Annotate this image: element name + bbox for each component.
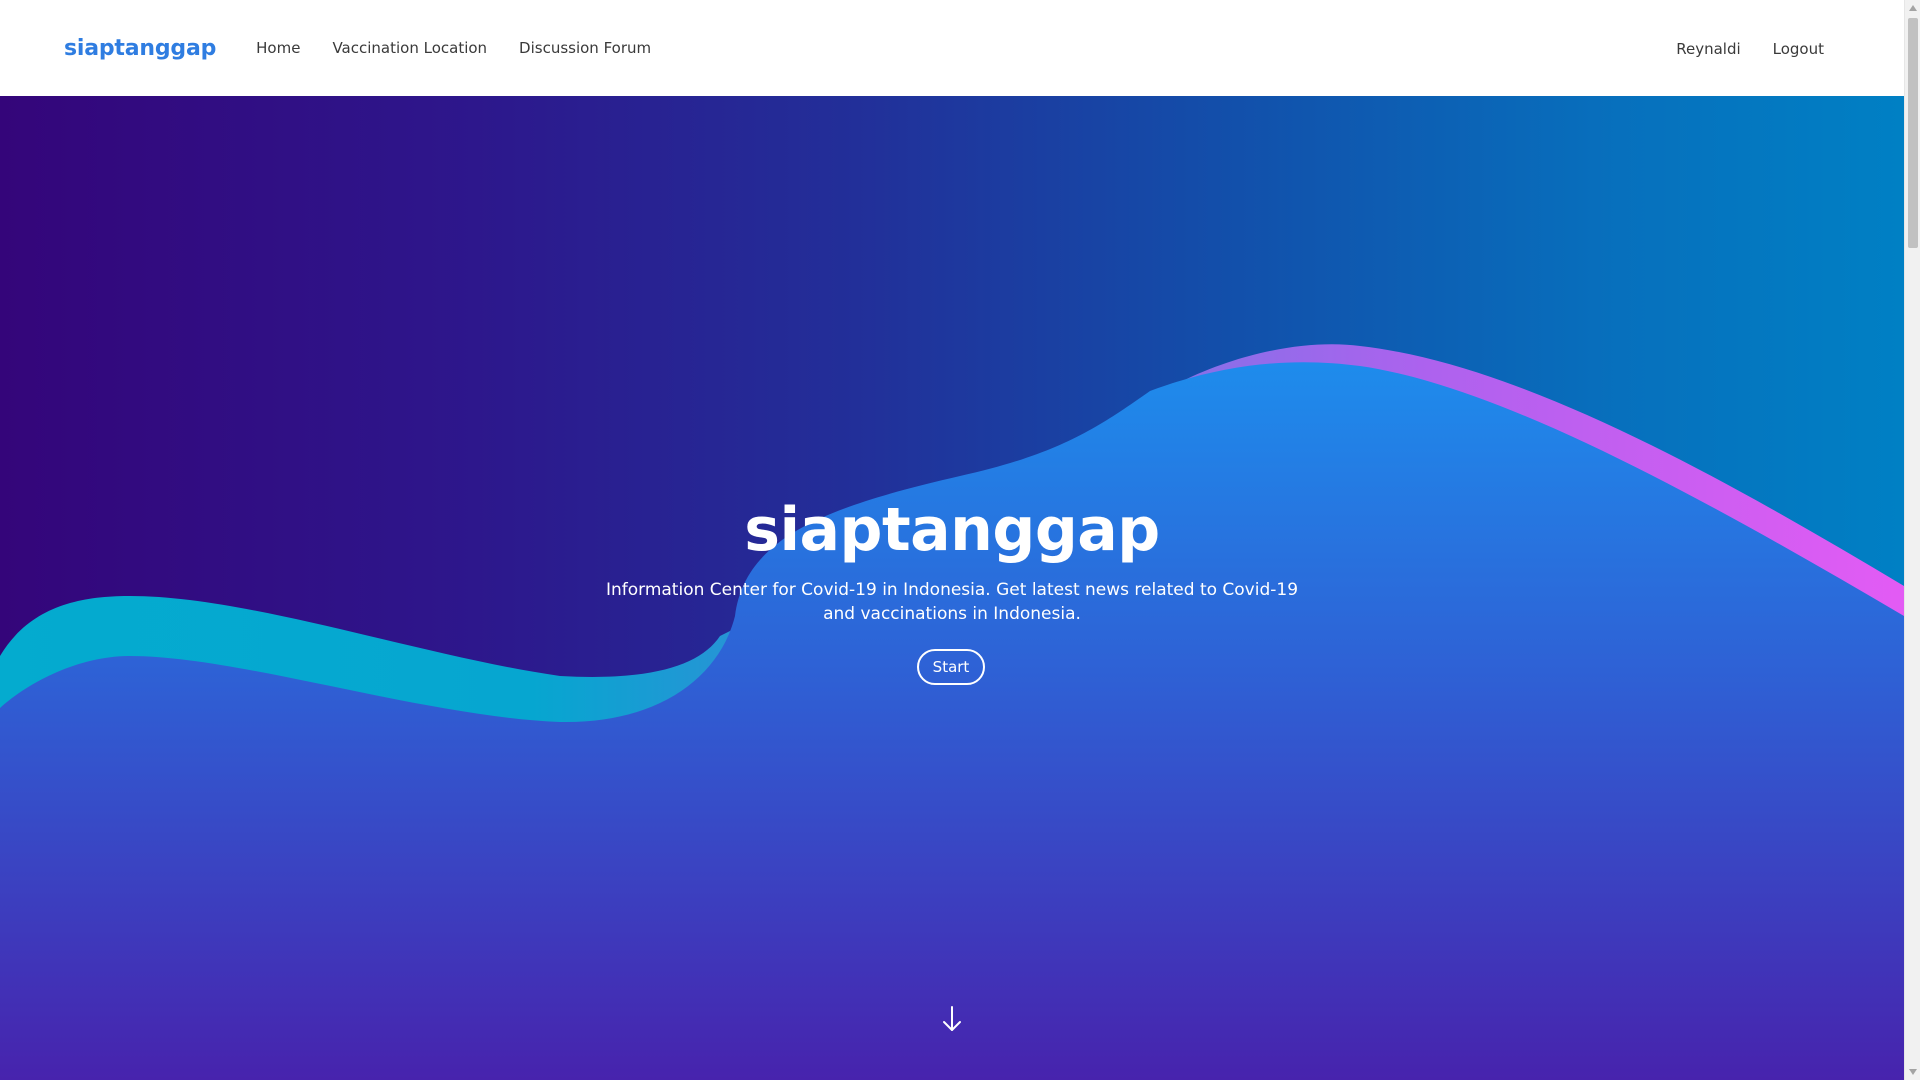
arrow-down-icon-glyph	[943, 1006, 961, 1031]
logout-link[interactable]: Logout	[1773, 40, 1824, 58]
navbar: siaptanggap Home Vaccination Location Di…	[0, 0, 1904, 96]
user-name-link[interactable]: Reynaldi	[1676, 40, 1740, 58]
hero-title: siaptanggap	[744, 495, 1160, 565]
nav-link-discussion-forum[interactable]: Discussion Forum	[519, 39, 651, 57]
arrow-down-icon[interactable]	[940, 1004, 964, 1034]
hero-content: siaptanggap Information Center for Covid…	[0, 96, 1904, 1080]
nav-links: Home Vaccination Location Discussion For…	[256, 39, 1676, 57]
nav-link-home[interactable]: Home	[256, 39, 300, 57]
page: siaptanggap Home Vaccination Location Di…	[0, 0, 1920, 1080]
scrollbar[interactable]	[1904, 0, 1920, 1080]
scroll-up-icon[interactable]	[1905, 0, 1920, 16]
scroll-down-icon[interactable]	[1905, 1064, 1920, 1080]
hero-section: siaptanggap Information Center for Covid…	[0, 96, 1904, 1080]
hero-subtitle: Information Center for Covid-19 in Indon…	[605, 580, 1299, 624]
brand-logo[interactable]: siaptanggap	[64, 36, 216, 61]
scrollbar-thumb[interactable]	[1908, 18, 1918, 248]
nav-link-vaccination-location[interactable]: Vaccination Location	[332, 39, 487, 57]
nav-user-area: Reynaldi Logout	[1676, 38, 1824, 58]
start-button[interactable]: Start	[917, 649, 985, 685]
